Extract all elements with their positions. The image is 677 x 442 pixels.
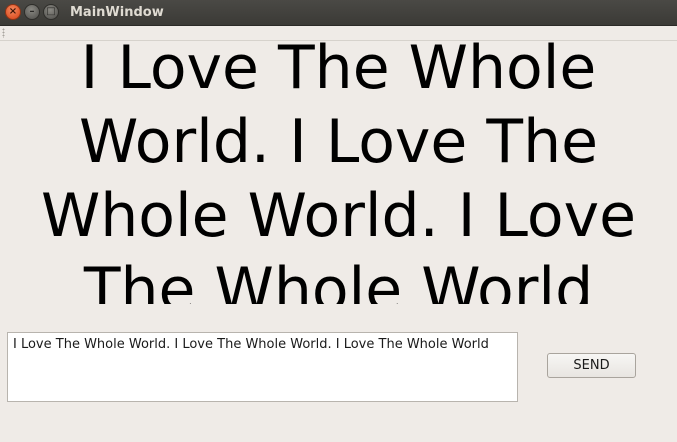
- window-title: MainWindow: [70, 5, 164, 20]
- display-label-text: I Love The Whole World. I Love The Whole…: [40, 41, 637, 304]
- toolbar-grip-handle[interactable]: [2, 28, 5, 38]
- minimize-icon[interactable]: –: [24, 4, 40, 20]
- display-label: I Love The Whole World. I Love The Whole…: [20, 41, 657, 304]
- toolbar-area: [0, 26, 677, 41]
- main-window: × – □ MainWindow I Love The Whole World.…: [0, 0, 677, 442]
- close-icon[interactable]: ×: [5, 4, 21, 20]
- send-button[interactable]: SEND: [547, 353, 636, 378]
- title-bar[interactable]: × – □ MainWindow: [0, 0, 677, 26]
- maximize-icon[interactable]: □: [43, 4, 59, 20]
- message-input[interactable]: I Love The Whole World. I Love The Whole…: [7, 332, 518, 402]
